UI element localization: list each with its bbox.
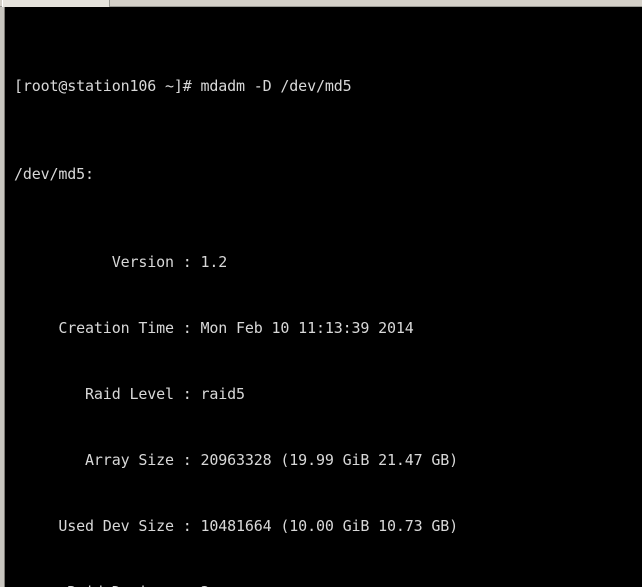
window-chrome-bar — [0, 0, 642, 7]
detail-line-raid-devices: Raid Devices : 3 — [14, 581, 642, 587]
command-prompt-line: [root@station106 ~]# mdadm -D /dev/md5 — [14, 77, 352, 95]
detail-line-version: Version : 1.2 — [14, 253, 228, 271]
detail-line-used-dev-size: Used Dev Size : 10481664 (10.00 GiB 10.7… — [14, 517, 459, 535]
window-frame-left-edge — [0, 7, 5, 587]
detail-line-array-size: Array Size : 20963328 (19.99 GiB 21.47 G… — [14, 451, 459, 469]
terminal-screen[interactable]: [root@station106 ~]# mdadm -D /dev/md5 /… — [6, 7, 642, 587]
detail-line-raid-level: Raid Level : raid5 — [14, 385, 245, 403]
detail-line-creation-time: Creation Time : Mon Feb 10 11:13:39 2014 — [14, 319, 414, 337]
device-header-line: /dev/md5: — [14, 165, 94, 183]
terminal-window[interactable]: [root@station106 ~]# mdadm -D /dev/md5 /… — [6, 7, 642, 587]
window-chrome-tab[interactable] — [2, 0, 110, 7]
